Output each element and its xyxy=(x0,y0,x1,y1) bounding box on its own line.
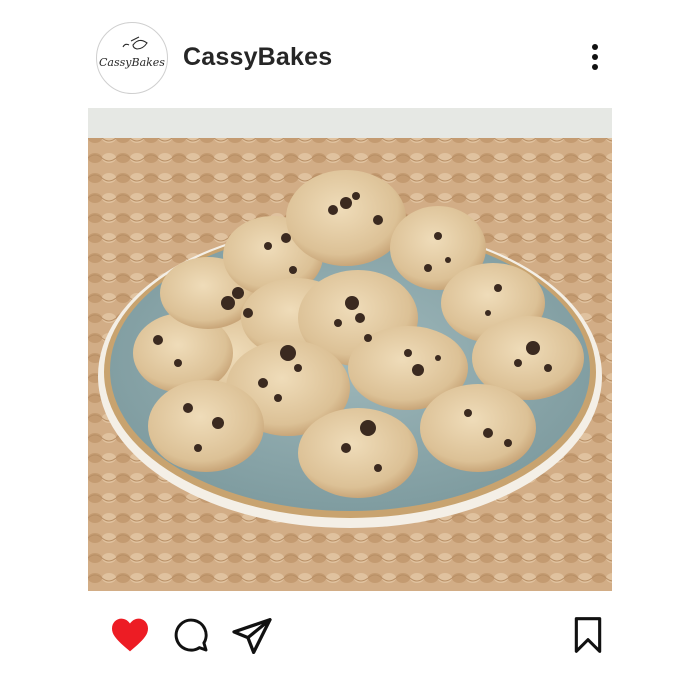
like-button[interactable] xyxy=(110,617,150,658)
avatar[interactable]: CassyBakes xyxy=(96,22,168,94)
cookies-photo xyxy=(88,108,612,591)
bookmark-icon xyxy=(574,617,602,653)
more-vertical-icon xyxy=(592,64,598,70)
username[interactable]: CassyBakes xyxy=(183,43,332,72)
save-button[interactable] xyxy=(574,616,602,659)
more-vertical-icon xyxy=(592,44,598,50)
avatar-logo-text: CassyBakes xyxy=(99,56,165,69)
post-header: CassyBakes CassyBakes xyxy=(0,0,700,108)
more-vertical-icon xyxy=(592,54,598,60)
post-image[interactable] xyxy=(88,108,612,591)
send-icon xyxy=(232,618,272,654)
share-button[interactable] xyxy=(232,618,272,659)
comment-button[interactable] xyxy=(172,617,210,658)
comment-icon xyxy=(174,618,208,652)
action-bar xyxy=(0,600,700,670)
heart-icon xyxy=(112,618,148,652)
more-options-button[interactable] xyxy=(583,40,607,74)
